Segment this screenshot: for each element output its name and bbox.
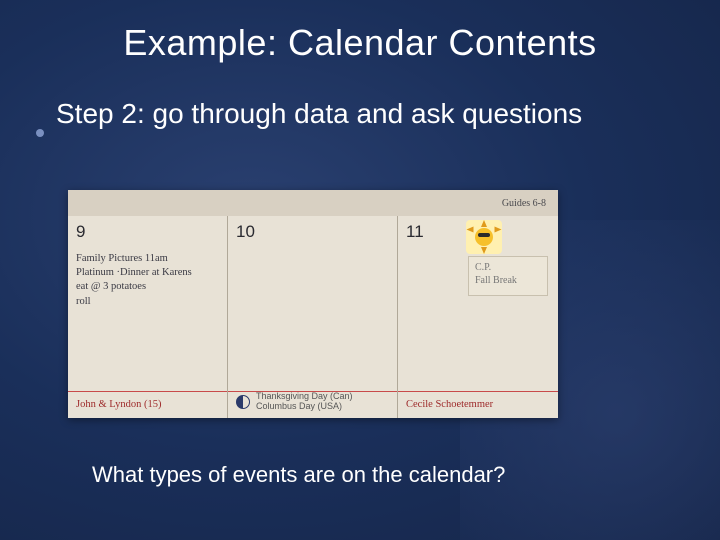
day-number: 9 [76, 222, 219, 242]
header-note: Guides 6-8 [502, 198, 546, 209]
sticky-note: C.P. Fall Break [468, 256, 548, 296]
bullet-text: Step 2: go through data and ask question… [56, 98, 582, 130]
moon-phase-icon [236, 395, 250, 409]
slide-title: Example: Calendar Contents [0, 22, 720, 64]
bullet-dot-icon [36, 129, 44, 137]
footer-label: Columbus Day (USA) [256, 402, 353, 412]
day-number: 10 [236, 222, 389, 242]
red-rule [398, 391, 558, 392]
calendar-col-10: 10 Thanksgiving Day (Can) Columbus Day (… [228, 216, 398, 418]
red-rule [68, 391, 227, 392]
calendar-grid: 9 Family Pictures 11am Platinum ·Dinner … [68, 216, 558, 418]
calendar-col-11: 11 C.P. Fall Break Cecile Schoetemmer [398, 216, 558, 418]
calendar-header-strip: Guides 6-8 [68, 190, 558, 216]
bullet-row: Step 2: go through data and ask question… [36, 98, 582, 130]
calendar-photo: Guides 6-8 9 Family Pictures 11am Platin… [68, 190, 558, 418]
bottom-red-note: Cecile Schoetemmer [406, 399, 493, 410]
sun-icon [471, 224, 497, 250]
day-events: Family Pictures 11am Platinum ·Dinner at… [76, 252, 219, 309]
calendar-col-9: 9 Family Pictures 11am Platinum ·Dinner … [68, 216, 228, 418]
bottom-red-note: John & Lyndon (15) [76, 399, 161, 410]
caption-question: What types of events are on the calendar… [92, 462, 505, 488]
sticky-line: C.P. [475, 261, 541, 274]
footer-row: Thanksgiving Day (Can) Columbus Day (USA… [236, 392, 353, 412]
sun-sticker [466, 220, 502, 254]
sticky-line: Fall Break [475, 274, 541, 287]
